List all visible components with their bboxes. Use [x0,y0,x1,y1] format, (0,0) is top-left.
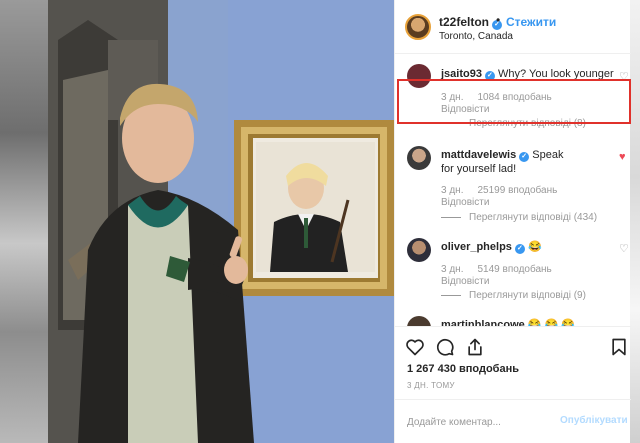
reply-button[interactable]: Відповісти [441,276,489,287]
comment-avatar[interactable] [407,146,431,170]
comment-time[interactable]: 3 дн. [441,185,463,196]
comment-time[interactable]: 3 дн. [441,264,463,275]
author-username-text[interactable]: t22felton [439,15,489,29]
comment-item: oliver_phelps ✓ 😂 3 дн. 5149 вподобань Від… [395,232,631,310]
post-actions: 1 267 430 вподобань 3 ДН. ТОМУ Опублікув… [395,326,631,443]
comment-header: mattdavelewis ✓ Speak for yourself lad! [441,148,569,176]
comment-text: 😂 😂 😂 [527,319,576,326]
bookmark-icon[interactable] [609,337,629,357]
post-header: t22felton ✓ • Стежити Toronto, Canada [395,0,631,54]
view-replies-button[interactable]: Переглянути відповіді (9) [441,290,586,301]
post-location[interactable]: Toronto, Canada [439,31,513,42]
author-avatar[interactable] [405,14,431,40]
comment-heart-icon[interactable]: ♥ [619,152,630,163]
comment-likes[interactable]: 25199 вподобань [477,185,557,196]
comment-username[interactable]: martinblancowe [441,319,525,326]
background-feed-right [630,0,640,443]
comment-username[interactable]: mattdavelewis [441,149,516,161]
verified-badge-icon: ✓ [519,152,530,162]
comment-input[interactable] [407,412,557,432]
post-timestamp[interactable]: 3 ДН. ТОМУ [407,381,455,390]
post-panel: t22felton ✓ • Стежити Toronto, Canada jsa… [394,0,631,443]
follow-button[interactable]: Стежити [506,15,556,29]
comment-meta: 3 дн. 25199 вподобань [441,185,571,196]
post-likes-count[interactable]: 1 267 430 вподобань [407,363,519,375]
comment-text: 😂 [527,241,542,253]
add-comment-row: Опублікувати [395,399,631,443]
comment-avatar[interactable] [407,316,431,326]
comment-heart-icon[interactable]: ♡ [619,244,630,255]
share-icon[interactable] [465,337,485,357]
heart-icon[interactable] [405,337,425,357]
background-feed-left [0,0,48,443]
reply-button[interactable]: Відповісти [441,197,489,208]
post-photo[interactable] [48,0,394,443]
photo-illustration [48,0,394,443]
publish-button[interactable]: Опублікувати [560,415,628,426]
comment-item: martinblancowe 😂 😂 😂 [395,310,631,326]
comment-header: martinblancowe 😂 😂 😂 [441,318,575,326]
author-username[interactable]: t22felton ✓ [439,15,503,30]
comment-username[interactable]: oliver_phelps [441,241,512,253]
view-replies-button[interactable]: Переглянути відповіді (434) [441,212,597,223]
comment-avatar[interactable] [407,238,431,262]
comment-item: mattdavelewis ✓ Speak for yourself lad! 3… [395,134,631,232]
comment-header: oliver_phelps ✓ 😂 [441,240,542,254]
comment-meta: 3 дн. 5149 вподобань [441,264,566,275]
highlight-box [397,79,631,124]
separator-dot: • [496,13,501,27]
verified-badge-icon: ✓ [514,244,525,254]
comment-icon[interactable] [435,337,455,357]
comment-likes[interactable]: 5149 вподобань [477,264,551,275]
